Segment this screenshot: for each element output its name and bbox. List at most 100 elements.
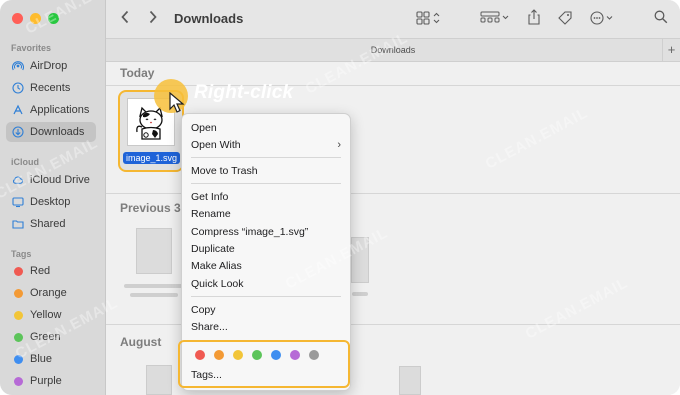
- group-today-title: Today: [120, 66, 155, 80]
- sidebar-item-label: Blue: [30, 353, 53, 365]
- sidebar-item-applications[interactable]: Applications: [6, 100, 96, 120]
- desktop-icon: [12, 196, 24, 208]
- sidebar-item-downloads[interactable]: Downloads: [6, 122, 96, 142]
- sidebar-tag-orange[interactable]: Orange: [6, 283, 96, 303]
- cloud-icon: [12, 174, 24, 186]
- sidebar-item-label: Red: [30, 265, 51, 277]
- menu-item-open[interactable]: Open: [191, 120, 341, 136]
- menu-item-share[interactable]: Share...: [191, 319, 341, 335]
- menu-item-label: Open With: [191, 139, 241, 151]
- menu-item-duplicate[interactable]: Duplicate: [191, 241, 341, 257]
- menu-item-tags[interactable]: Tags...: [191, 367, 341, 383]
- sidebar-item-label: AirDrop: [30, 60, 68, 72]
- sidebar-item-label: Recents: [30, 82, 71, 94]
- menu-item-quick-look[interactable]: Quick Look: [191, 276, 341, 292]
- finder-window: Favorites AirDrop Recents Applications D…: [0, 0, 680, 395]
- tag-orange-dot[interactable]: [214, 350, 224, 360]
- sidebar-item-label: Yellow: [30, 309, 62, 321]
- share-icon[interactable]: [527, 9, 541, 28]
- file-name-blurred: [352, 292, 368, 296]
- file-thumbnail-blurred[interactable]: [351, 237, 369, 283]
- pointer-cursor-icon: [169, 91, 185, 117]
- more-actions-icon[interactable]: [590, 11, 616, 28]
- file-thumbnail-blurred[interactable]: [399, 366, 421, 395]
- forward-icon[interactable]: [148, 10, 158, 27]
- sidebar-tag-purple[interactable]: Purple: [6, 371, 96, 391]
- main-area: Downloads Downloads + Today image_1.svg …: [106, 0, 680, 395]
- sidebar-item-label: Shared: [30, 218, 66, 230]
- window-controls: [12, 13, 59, 24]
- menu-item-open-with[interactable]: Open With ›: [191, 137, 341, 153]
- menu-item-move-to-trash[interactable]: Move to Trash: [191, 163, 341, 179]
- file-name-blurred: [124, 284, 184, 288]
- tag-red-dot[interactable]: [195, 350, 205, 360]
- sidebar-section-favorites: Favorites: [11, 43, 52, 53]
- menu-separator: [191, 183, 341, 184]
- tag-color-dot: [14, 354, 23, 364]
- file-thumbnail-blurred[interactable]: [136, 228, 172, 274]
- toolbar: Downloads: [106, 0, 680, 38]
- zoom-button[interactable]: [48, 13, 59, 24]
- sidebar-item-label: Desktop: [30, 196, 71, 208]
- shared-folder-icon: [12, 218, 24, 230]
- tag-green-dot[interactable]: [252, 350, 262, 360]
- download-icon: [12, 126, 24, 138]
- add-tab-button[interactable]: +: [662, 39, 680, 61]
- chevron-right-icon: ›: [337, 139, 341, 151]
- divider: [106, 85, 680, 86]
- sidebar-item-label: Applications: [30, 104, 90, 116]
- close-button[interactable]: [12, 13, 23, 24]
- sidebar-item-label: Purple: [30, 375, 62, 387]
- file-thumbnail-blurred[interactable]: [146, 365, 172, 395]
- sidebar-item-desktop[interactable]: Desktop: [6, 192, 96, 212]
- menu-item-copy[interactable]: Copy: [191, 302, 341, 318]
- sidebar-tag-yellow[interactable]: Yellow: [6, 305, 96, 325]
- sidebar-tag-blue[interactable]: Blue: [6, 349, 96, 369]
- tag-blue-dot[interactable]: [271, 350, 281, 360]
- context-menu: Open Open With › Move to Trash Get Info …: [178, 113, 351, 391]
- group-previous-title: Previous 3: [120, 201, 181, 215]
- sidebar-section-tags: Tags: [11, 249, 32, 259]
- menu-separator: [191, 157, 341, 158]
- sidebar-item-recents[interactable]: Recents: [6, 78, 96, 98]
- path-bar-label: Downloads: [370, 45, 416, 55]
- applications-icon: [12, 104, 24, 116]
- icon-view-icon[interactable]: [416, 11, 442, 28]
- minimize-button[interactable]: [30, 13, 41, 24]
- sidebar-item-label: Green: [30, 331, 61, 343]
- sidebar-item-icloud-drive[interactable]: iCloud Drive: [6, 170, 96, 190]
- tag-color-dot: [14, 288, 23, 298]
- tag-yellow-dot[interactable]: [233, 350, 243, 360]
- sidebar-section-icloud: iCloud: [11, 157, 39, 167]
- tag-color-dot: [14, 376, 23, 386]
- sidebar-item-label: iCloud Drive: [30, 174, 90, 186]
- menu-item-compress[interactable]: Compress “image_1.svg”: [191, 224, 341, 240]
- tag-icon[interactable]: [557, 10, 573, 29]
- menu-item-rename[interactable]: Rename: [191, 206, 341, 222]
- menu-item-make-alias[interactable]: Make Alias: [191, 258, 341, 274]
- group-by-icon[interactable]: [480, 11, 510, 28]
- tag-color-dot: [14, 332, 23, 342]
- menu-separator: [191, 296, 341, 297]
- back-icon[interactable]: [120, 10, 130, 27]
- search-icon[interactable]: [654, 10, 668, 27]
- file-name-blurred: [130, 293, 178, 297]
- sidebar-tag-red[interactable]: Red: [6, 261, 96, 281]
- tag-color-dot: [14, 310, 23, 320]
- tag-gray-dot[interactable]: [309, 350, 319, 360]
- menu-item-get-info[interactable]: Get Info: [191, 189, 341, 205]
- tag-color-dot: [14, 266, 23, 276]
- airdrop-icon: [12, 60, 24, 72]
- path-bar: Downloads +: [106, 38, 680, 62]
- window-title: Downloads: [174, 11, 244, 26]
- sidebar: Favorites AirDrop Recents Applications D…: [0, 0, 106, 395]
- clock-icon: [12, 82, 24, 94]
- tag-purple-dot[interactable]: [290, 350, 300, 360]
- sidebar-item-label: Orange: [30, 287, 67, 299]
- sidebar-item-shared[interactable]: Shared: [6, 214, 96, 234]
- sidebar-item-airdrop[interactable]: AirDrop: [6, 56, 96, 76]
- group-august-title: August: [120, 335, 162, 349]
- sidebar-tag-green[interactable]: Green: [6, 327, 96, 347]
- right-click-annotation: Right-click: [194, 82, 294, 103]
- sidebar-item-label: Downloads: [30, 126, 85, 138]
